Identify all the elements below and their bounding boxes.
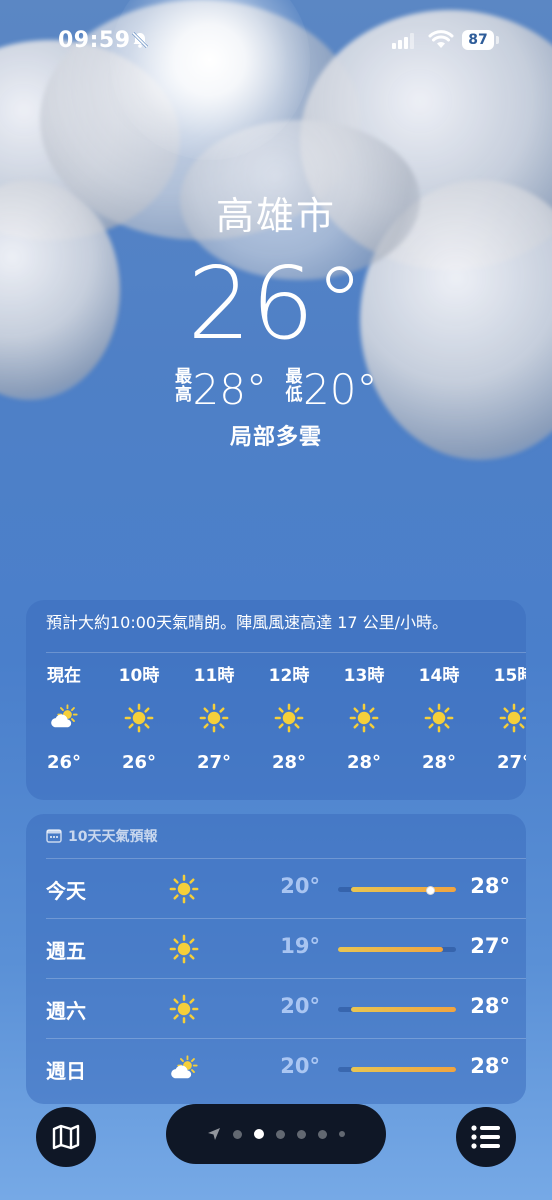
map-icon [52,1124,80,1150]
temperature-range-bar [338,886,456,895]
hour-temperature: 28° [421,752,457,773]
high-temperature: 28° [192,365,267,414]
day-label: 今天 [46,879,86,903]
ten-day-title: 10天天氣預報 [46,826,157,846]
list-button[interactable] [456,1107,516,1167]
page-dot[interactable] [339,1131,345,1137]
hour-label: 11時 [193,666,235,686]
high-label: 最高 [175,367,193,405]
day-row[interactable]: 今天 20° 28° [26,859,526,919]
calendar-icon [46,829,62,843]
hour-item: 現在 26° [26,664,102,778]
hour-temperature: 26° [121,752,157,773]
current-weather: 高雄市 26° 最高28° 最低20° 局部多雲 [0,185,552,450]
temperature-range-fill [351,1067,456,1072]
low-temperature: 20° [280,874,320,898]
forecast-summary: 預計大約10:00天氣晴朗。陣風風速高達 17 公里/小時。 [46,613,449,632]
list-icon [471,1125,500,1149]
low-temperature: 20° [303,365,378,414]
sun-icon [326,688,402,748]
sun-icon [176,688,252,748]
hourly-list[interactable]: 現在 26° 10時 26° 11時 27° 12時 28° 13時 28° 14時 28° 15時 27… [26,664,526,794]
current-temperature-dot [426,886,436,895]
temperature-range-fill [351,1007,456,1012]
low-temperature: 20° [280,1054,320,1078]
page-dot[interactable] [297,1129,306,1139]
condition-text: 局部多雲 [229,425,322,450]
hour-item: 13時 28° [326,664,402,778]
day-label: 週六 [46,999,86,1023]
sun-icon [251,688,327,748]
hour-label: 現在 [47,666,81,686]
sun-icon [476,688,526,748]
page-dot[interactable] [254,1129,264,1139]
bell-slash-icon [131,31,149,49]
high-temperature: 28° [470,874,510,898]
high-temperature: 28° [470,1054,510,1078]
ten-day-forecast-card[interactable]: 10天天氣預報 今天 20° 28° 週五 19° 27° 週六 20° 28° 週日 20° 28° [26,814,526,1104]
hour-temperature: 28° [271,752,307,773]
sun-icon [101,688,177,748]
hourly-forecast-card[interactable]: 預計大約10:00天氣晴朗。陣風風速高達 17 公里/小時。 現在 26° 10時 2… [26,600,526,800]
ten-day-title-text: 10天天氣預報 [68,829,158,845]
battery-indicator: 87 [462,30,500,50]
day-label: 週五 [46,939,86,963]
hour-temperature: 28° [346,752,382,773]
high-low: 最高28° 最低20° [0,365,552,414]
hour-label: 10時 [118,666,160,686]
low-temperature: 19° [280,934,320,958]
hour-label: 14時 [418,666,460,686]
partly-cloudy-icon [26,688,102,748]
hour-item: 12時 28° [251,664,327,778]
hour-item: 15時 27° [476,664,526,778]
hour-item: 10時 26° [101,664,177,778]
current-temperature: 26° [187,245,365,362]
hour-label: 12時 [268,666,310,686]
wifi-icon [428,30,454,48]
page-indicator[interactable] [166,1104,386,1164]
sun-icon [166,871,202,907]
cellular-signal-icon [392,33,414,49]
day-row[interactable]: 週六 20° 28° [26,979,526,1039]
sun-icon [166,931,202,967]
page-dot[interactable] [318,1129,327,1139]
battery-level: 87 [462,30,494,50]
temperature-range-fill [338,947,443,952]
hour-temperature: 26° [46,752,82,773]
temperature-range-bar [338,1067,456,1072]
hour-temperature: 27° [196,752,232,773]
partly-cloudy-icon [166,1051,202,1087]
high-temperature: 27° [470,934,510,958]
temperature-range-bar [338,1007,456,1012]
temperature-range-fill [351,887,456,892]
low-temperature: 20° [280,994,320,1018]
hour-label: 15時 [493,666,526,686]
status-bar: 09:59 87 [0,0,552,80]
hour-label: 13時 [343,666,385,686]
status-time: 09:59 [58,28,131,53]
high-temperature: 28° [470,994,510,1018]
day-row[interactable]: 週五 19° 27° [26,919,526,979]
temperature-range-bar [338,947,456,952]
hour-item: 14時 28° [401,664,477,778]
sun-icon [401,688,477,748]
location-arrow-icon[interactable] [207,1127,221,1141]
low-label: 最低 [285,367,303,405]
divider [46,652,526,653]
city-name: 高雄市 [215,194,336,238]
sun-icon [166,991,202,1027]
day-label: 週日 [46,1059,86,1083]
page-dot[interactable] [276,1129,285,1139]
map-button[interactable] [36,1107,96,1167]
day-row[interactable]: 週日 20° 28° [26,1039,526,1099]
page-dot[interactable] [233,1129,242,1139]
hour-temperature: 27° [496,752,526,773]
hour-item: 11時 27° [176,664,252,778]
